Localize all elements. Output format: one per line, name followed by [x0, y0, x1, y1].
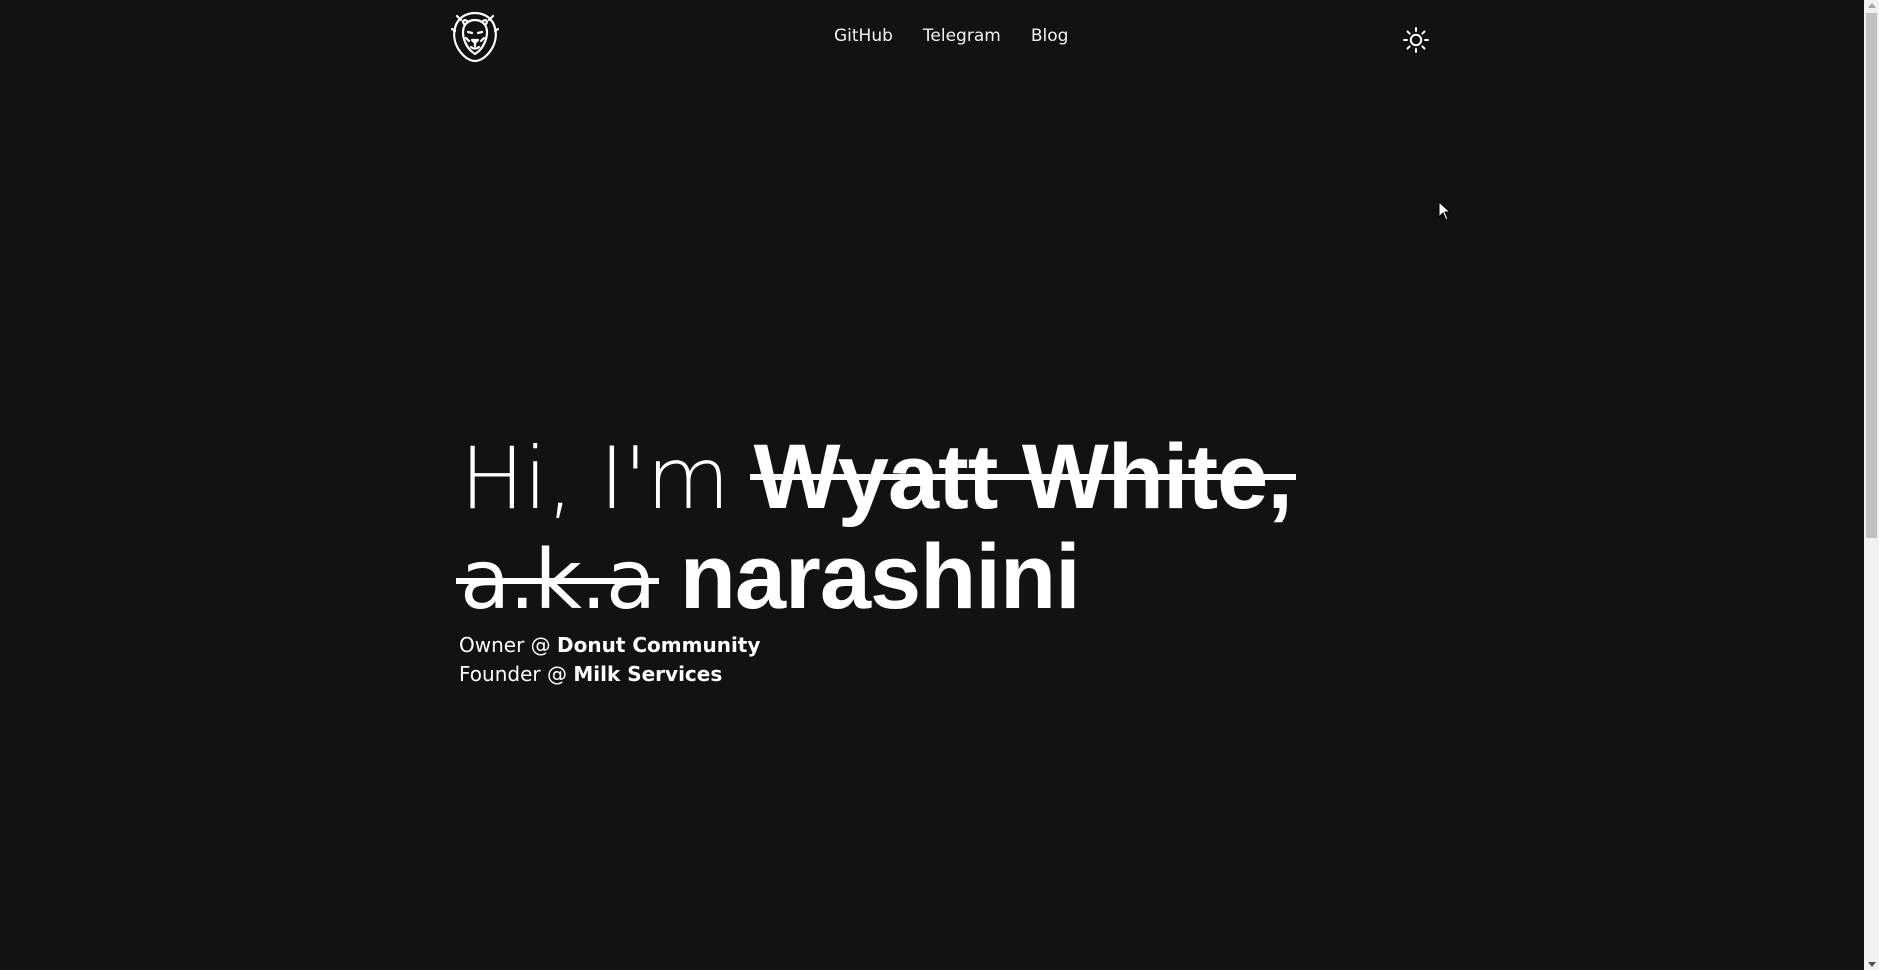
- role-org: Milk Services: [573, 662, 723, 686]
- hero-heading: Hi, I'm Wyatt White, a.k.a narashini: [455, 428, 1460, 630]
- roles-list: Owner @ Donut Community Founder @ Milk S…: [459, 631, 760, 689]
- vertical-scrollbar[interactable]: [1864, 0, 1879, 970]
- hero-handle: narashini: [679, 526, 1081, 628]
- nav-link-github[interactable]: GitHub: [834, 26, 893, 46]
- hero-greeting: Hi, I'm: [460, 429, 730, 529]
- main-nav: GitHub Telegram Blog: [0, 26, 1864, 50]
- sun-icon[interactable]: [1402, 26, 1430, 54]
- role-title: Owner @: [459, 633, 551, 657]
- hero-line-1: Hi, I'm Wyatt White,: [460, 428, 1460, 528]
- page: GitHub Telegram Blog Hi, I'm Wyatt White…: [0, 0, 1879, 970]
- scrollbar-thumb[interactable]: [1866, 13, 1877, 538]
- nav-link-telegram[interactable]: Telegram: [923, 26, 1001, 46]
- hero-line-2: a.k.a narashini: [455, 526, 1460, 630]
- scroll-up-arrow-icon[interactable]: [1868, 3, 1876, 8]
- viewport: GitHub Telegram Blog Hi, I'm Wyatt White…: [0, 0, 1864, 970]
- hero-struck-aka: a.k.a: [455, 533, 660, 628]
- nav-link-blog[interactable]: Blog: [1031, 26, 1069, 46]
- scroll-down-arrow-icon[interactable]: [1868, 962, 1876, 967]
- hero-comma: ,: [1263, 426, 1296, 528]
- mouse-cursor-icon: [1438, 200, 1452, 221]
- role-item: Owner @ Donut Community: [459, 631, 760, 660]
- role-org: Donut Community: [557, 633, 761, 657]
- hero-struck-name: Wyatt White: [749, 426, 1272, 528]
- role-item: Founder @ Milk Services: [459, 660, 760, 689]
- role-title: Founder @: [459, 662, 567, 686]
